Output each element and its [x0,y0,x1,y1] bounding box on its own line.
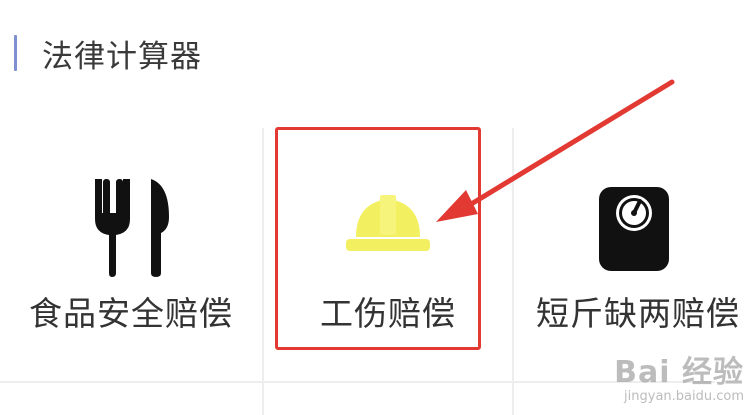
watermark-sub: jingyan.baidu.com [624,389,744,404]
tile-food-safety[interactable]: 食品安全赔偿 [0,132,262,372]
watermark-main: Bai 经验 [614,355,744,390]
tile-label: 食品安全赔偿 [29,294,233,333]
section-title: 法律计算器 [42,38,202,75]
scale-icon [583,177,683,277]
section-accent-bar [14,35,17,71]
page: 法律计算器 食品安全赔偿 工伤赔偿 短斤缺两赔偿 Bai 经验 jingyan.… [0,0,752,415]
fork-knife-icon [81,177,181,277]
tile-short-weight[interactable]: 短斤缺两赔偿 [514,132,752,372]
row-divider [0,381,715,383]
tile-label: 短斤缺两赔偿 [536,294,740,333]
section-header: 法律计算器 [14,33,202,75]
watermark: Bai 经验 jingyan.baidu.com [614,355,744,404]
highlight-box [275,127,481,350]
